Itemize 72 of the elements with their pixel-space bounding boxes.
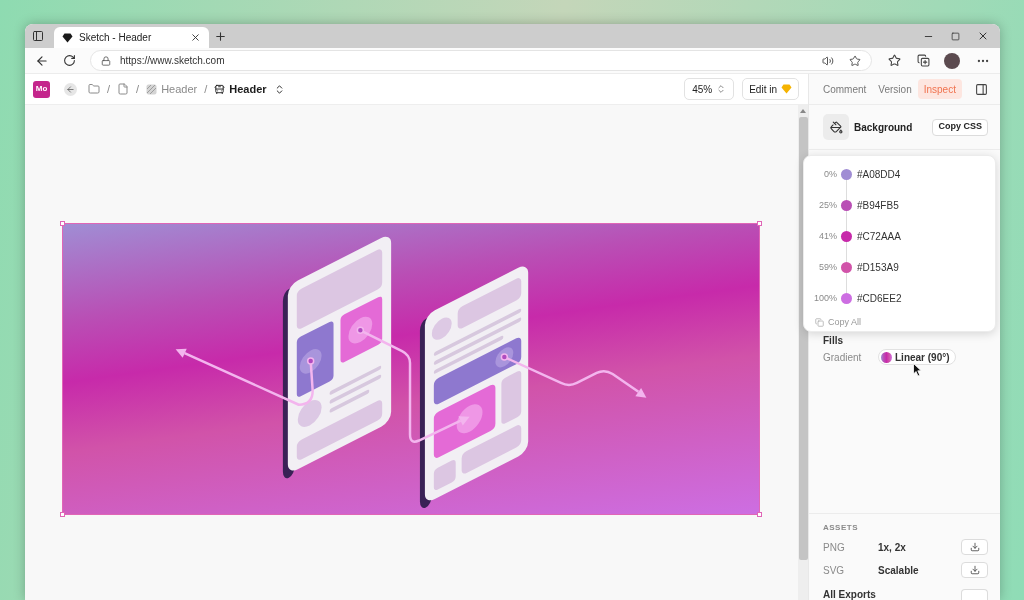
paint-bucket-icon (823, 114, 849, 140)
resize-handle[interactable] (757, 221, 762, 226)
new-tab-icon[interactable] (214, 29, 227, 43)
stop-hex: #A08DD4 (857, 168, 901, 182)
asset-value: Scalable (878, 563, 919, 578)
file-icon[interactable] (117, 83, 130, 95)
edit-in-button[interactable]: Edit in (742, 78, 799, 100)
chevrons-up-down-icon (716, 84, 727, 94)
breadcrumb-separator: / (136, 81, 140, 97)
avatar-icon[interactable] (944, 52, 960, 69)
arrow-left-icon (66, 84, 75, 94)
resize-handle[interactable] (60, 512, 65, 517)
stop-hex: #CD6EE2 (857, 292, 902, 306)
download-button[interactable] (961, 562, 988, 578)
lock-icon (101, 55, 111, 66)
diamond-icon (62, 32, 73, 43)
copy-css-button[interactable]: Copy CSS (932, 118, 988, 136)
section-title: ASSETS (823, 523, 859, 533)
reload-icon[interactable] (63, 54, 76, 67)
logo[interactable]: Mo (33, 80, 50, 98)
browser-tab[interactable]: Sketch - Header (54, 27, 209, 48)
striped-square-icon (146, 83, 158, 95)
download-icon (969, 565, 980, 575)
layer-name: Background (854, 120, 913, 135)
download-button[interactable] (961, 539, 988, 555)
back-icon[interactable] (35, 53, 49, 68)
download-icon (969, 542, 980, 552)
stop-hex: #D153A9 (857, 261, 899, 275)
panel-toggle-icon[interactable] (975, 82, 988, 96)
collections-icon[interactable] (917, 54, 930, 67)
inspector-tab[interactable]: Version (872, 79, 918, 99)
copy-icon (815, 318, 824, 327)
breadcrumb-item[interactable]: Header (146, 80, 198, 98)
gradient-chip[interactable]: Linear (90°) (878, 349, 956, 365)
gradient-swatch-icon (881, 351, 892, 363)
url-text: https://www.sketch.com (120, 54, 225, 68)
star-icon[interactable] (888, 54, 901, 67)
stop-position: 41% (818, 229, 837, 243)
breadcrumb-separator: / (204, 81, 208, 97)
breadcrumb-separator: / (107, 81, 111, 97)
stop-position: 59% (818, 260, 837, 274)
fill-label: Gradient (823, 350, 863, 365)
breadcrumb-item[interactable]: Header (214, 80, 285, 98)
sidebar-icon[interactable] (32, 30, 44, 42)
speaker-icon[interactable] (822, 54, 834, 67)
bus-icon (214, 83, 226, 95)
artboard[interactable] (62, 223, 760, 515)
tab-title: Sketch - Header (79, 31, 152, 45)
close-icon[interactable] (977, 30, 989, 42)
asset-format: SVG (823, 563, 846, 578)
scroll-up-icon[interactable] (800, 109, 806, 113)
resize-handle[interactable] (757, 512, 762, 517)
all-exports-label: All Exports (823, 589, 876, 600)
stop-position: 25% (818, 198, 837, 212)
stop-hex: #B94FB5 (857, 199, 899, 213)
address-field[interactable]: https://www.sketch.com (90, 50, 872, 71)
asset-format: PNG (823, 540, 846, 555)
maximize-icon[interactable] (951, 31, 960, 41)
back-button[interactable] (64, 82, 77, 96)
section-title: Fills (822, 335, 844, 347)
stop-position: 100% (812, 291, 837, 305)
folder-icon[interactable] (88, 83, 100, 95)
inspector-tab[interactable]: Comment (817, 79, 873, 99)
resize-handle[interactable] (60, 221, 65, 226)
mouse-cursor-icon (913, 363, 922, 377)
star-icon[interactable] (849, 54, 861, 67)
close-icon[interactable] (190, 32, 201, 43)
diamond-icon (781, 84, 792, 94)
asset-value: 1x, 2x (878, 540, 906, 555)
zoom-select[interactable]: 45% (684, 78, 735, 100)
stop-position: 0% (823, 167, 837, 181)
stop-hex: #C72AAA (857, 230, 901, 244)
